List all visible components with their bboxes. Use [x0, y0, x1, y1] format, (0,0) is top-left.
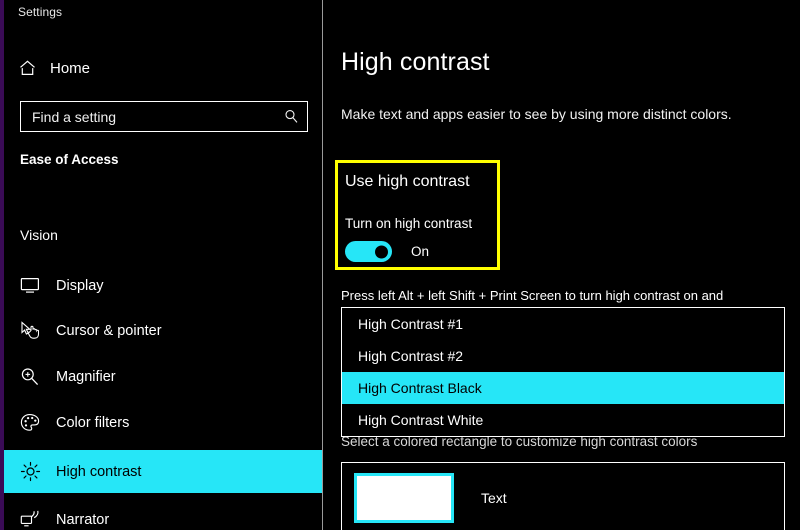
sidebar-item-display[interactable]: Display [4, 264, 322, 307]
settings-window: Settings Home Find a setting Ease of Acc… [0, 0, 800, 530]
sidebar-item-high-contrast[interactable]: High contrast [4, 450, 322, 493]
high-contrast-toggle-state: On [411, 244, 430, 259]
text-color-swatch[interactable] [354, 473, 454, 523]
shortcut-hint-text: Press left Alt + left Shift + Print Scre… [341, 288, 724, 303]
sidebar-item-color-filters[interactable]: Color filters [4, 401, 322, 444]
sidebar: Settings Home Find a setting Ease of Acc… [4, 0, 322, 530]
sidebar-item-home-label: Home [50, 59, 91, 77]
color-swatch-panel: Text [341, 462, 785, 530]
theme-dropdown-list[interactable]: High Contrast #1 High Contrast #2 High C… [341, 307, 785, 437]
home-icon [18, 58, 44, 78]
page-description: Make text and apps easier to see by usin… [341, 106, 732, 122]
narrator-icon [20, 509, 44, 530]
search-icon[interactable] [283, 109, 299, 125]
sidebar-item-magnifier-label: Magnifier [56, 368, 116, 385]
high-contrast-toggle-row: On [345, 241, 429, 262]
sidebar-item-narrator-label: Narrator [56, 511, 110, 528]
sidebar-item-display-label: Display [56, 277, 104, 294]
sidebar-item-cursor-pointer[interactable]: Cursor & pointer [4, 309, 322, 352]
dropdown-option-high-contrast-black[interactable]: High Contrast Black [342, 372, 784, 404]
text-swatch-row: Text [354, 473, 507, 523]
sidebar-item-color-filters-label: Color filters [56, 414, 130, 431]
palette-icon [20, 412, 44, 434]
dropdown-option-high-contrast-2[interactable]: High Contrast #2 [342, 340, 784, 372]
sidebar-item-home[interactable]: Home [4, 52, 322, 84]
dropdown-option-high-contrast-white[interactable]: High Contrast White [342, 404, 784, 436]
monitor-icon [20, 275, 44, 297]
app-title: Settings [18, 5, 63, 19]
use-high-contrast-heading: Use high contrast [345, 173, 470, 190]
sidebar-item-magnifier[interactable]: Magnifier [4, 355, 322, 398]
search-input-placeholder: Find a setting [32, 108, 117, 125]
page-title: High contrast [341, 48, 490, 76]
sidebar-item-high-contrast-label: High contrast [56, 463, 142, 480]
use-high-contrast-group: Use high contrast Turn on high contrast … [335, 160, 500, 270]
turn-on-high-contrast-label: Turn on high contrast [345, 216, 473, 231]
cursor-pointer-icon [20, 320, 44, 342]
sidebar-group-heading: Ease of Access [20, 152, 119, 167]
dropdown-option-high-contrast-1[interactable]: High Contrast #1 [342, 308, 784, 340]
toggle-knob [375, 245, 388, 258]
sidebar-section-vision: Vision [20, 227, 58, 243]
magnifier-icon [20, 366, 44, 388]
search-input[interactable]: Find a setting [20, 101, 308, 132]
sidebar-item-narrator[interactable]: Narrator [4, 498, 322, 530]
text-swatch-label: Text [481, 490, 507, 506]
high-contrast-toggle[interactable] [345, 241, 392, 262]
brightness-icon [20, 461, 44, 483]
sidebar-item-cursor-pointer-label: Cursor & pointer [56, 322, 162, 339]
main-content: High contrast Make text and apps easier … [323, 0, 800, 530]
